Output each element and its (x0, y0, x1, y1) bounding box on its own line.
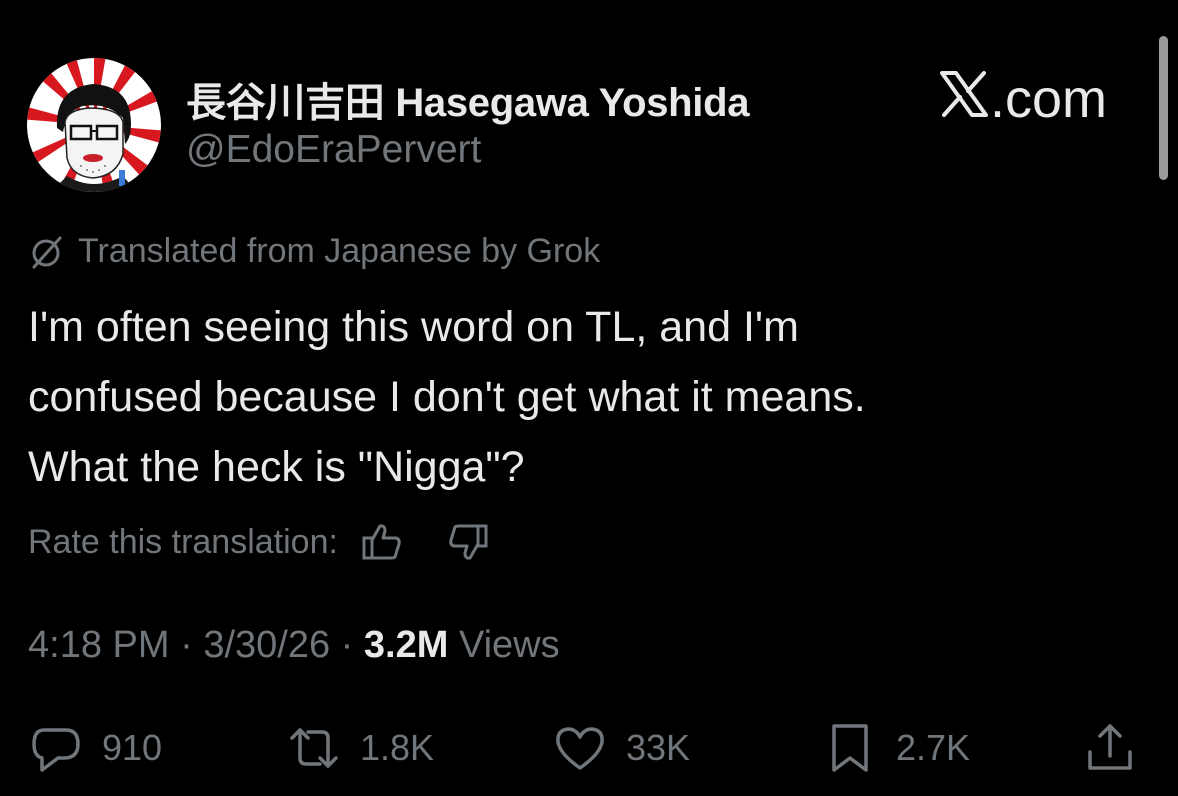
tweet-text-line: confused because I don't get what it mea… (28, 373, 866, 421)
rate-translation-label: Rate this translation: (28, 522, 338, 561)
reply-count: 910 (102, 727, 163, 768)
repost-button[interactable]: 1.8K (286, 720, 434, 776)
separator-dot: · (180, 624, 204, 666)
reply-bubble-icon (32, 728, 80, 772)
separator-dot: · (340, 624, 364, 666)
reply-button[interactable]: 910 (28, 720, 162, 776)
tweet-meta: 4:18 PM · 3/30/26 · 3.2M Views (28, 624, 560, 667)
bookmark-button[interactable]: 2.7K (822, 720, 970, 776)
scrollbar[interactable] (1159, 36, 1168, 180)
user-handle[interactable]: @EdoEraPervert (186, 128, 481, 172)
share-upload-icon (1088, 724, 1132, 770)
rising-sun-avatar-icon (27, 58, 161, 192)
tweet-text-line: What the heck is "Nigga"? (28, 443, 525, 491)
thumbs-up-icon (362, 524, 401, 560)
like-button[interactable]: 33K (552, 720, 690, 776)
tweet-text: I'm often seeing this word on TL, and I'… (28, 292, 1128, 502)
tweet-time[interactable]: 4:18 PM (28, 624, 170, 666)
translation-notice: Translated from Japanese by Grok (28, 232, 600, 271)
avatar[interactable] (27, 58, 161, 192)
x-logo-icon (940, 68, 988, 130)
thumbs-down-button[interactable] (446, 520, 490, 564)
thumbs-down-icon (449, 524, 488, 560)
grok-slash-circle-icon (32, 236, 62, 268)
like-count: 33K (626, 727, 691, 768)
thumbs-up-button[interactable] (360, 520, 404, 564)
tweet-text-line: I'm often seeing this word on TL, and I'… (28, 303, 799, 351)
bookmark-icon (832, 724, 868, 772)
share-button[interactable] (1082, 720, 1138, 776)
heart-icon (556, 727, 604, 770)
views-count: 3.2M (363, 624, 449, 666)
display-name[interactable]: 長谷川吉田 Hasegawa Yoshida (186, 70, 749, 128)
brand-text: .com (990, 69, 1108, 129)
translation-notice-text: Translated from Japanese by Grok (78, 232, 601, 270)
bookmark-count: 2.7K (896, 727, 971, 768)
views-label: Views (458, 624, 560, 666)
brand-watermark: .com (940, 68, 1107, 130)
rate-translation: Rate this translation: (28, 520, 490, 564)
tweet-date[interactable]: 3/30/26 (203, 624, 330, 666)
repost-arrows-icon (290, 728, 338, 768)
action-bar: 910 1.8K 33K 2.7K (0, 720, 1178, 780)
repost-count: 1.8K (360, 727, 435, 768)
